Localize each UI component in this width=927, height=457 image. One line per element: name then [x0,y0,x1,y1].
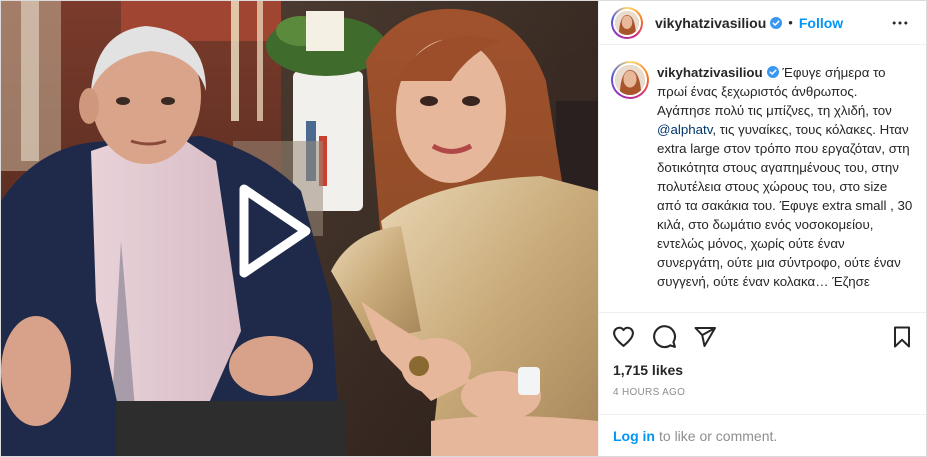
caption-avatar-image [613,63,647,97]
login-link[interactable]: Log in [613,428,655,444]
instagram-post: vikyhatzivasiliou • Follow vikyhatzivasi… [0,0,927,457]
post-caption: vikyhatzivasiliou Έφυγε σήμερα το πρωί έ… [611,61,914,291]
heart-icon [612,326,634,347]
bookmark-icon [894,326,910,347]
login-prompt-text: to like or comment. [659,427,778,444]
share-icon [694,326,716,347]
comment-icon [652,325,676,349]
avatar[interactable] [611,6,643,39]
action-bar [599,312,926,360]
username-link[interactable]: vikyhatzivasiliou [655,15,766,31]
avatar-image [613,8,641,37]
like-count[interactable]: 1,715 likes [599,360,926,378]
post-header: vikyhatzivasiliou • Follow [599,1,926,45]
caption-verified-badge-icon [766,66,779,78]
save-button[interactable] [888,323,916,351]
comment-button[interactable] [650,323,678,351]
like-button[interactable] [609,323,637,351]
separator-dot: • [788,15,793,30]
comments-section[interactable]: vikyhatzivasiliou Έφυγε σήμερα το πρωί έ… [599,45,926,312]
caption-text: vikyhatzivasiliou Έφυγε σήμερα το πρωί έ… [657,63,914,291]
post-side-panel: vikyhatzivasiliou • Follow vikyhatzivasi… [598,1,926,456]
play-icon [239,184,311,278]
play-button[interactable] [234,181,314,281]
avatar-photo [615,10,639,35]
post-video[interactable] [1,1,598,456]
caption-text-part-2: , τις γυναίκες, τους κόλακες. Ηταν extra… [657,122,913,289]
post-timestamp[interactable]: 4 HOURS AGO [599,378,926,414]
mention-link[interactable]: @alphatv [657,122,712,137]
verified-badge-icon [770,16,783,29]
more-horizontal-icon [892,21,908,24]
share-button[interactable] [691,323,719,351]
caption-avatar[interactable] [611,61,649,99]
more-options-button[interactable] [888,11,912,35]
caption-username-link[interactable]: vikyhatzivasiliou [657,65,763,80]
login-prompt: Log in to like or comment. [599,414,926,456]
follow-button[interactable]: Follow [799,15,843,31]
caption-avatar-photo [615,65,645,95]
